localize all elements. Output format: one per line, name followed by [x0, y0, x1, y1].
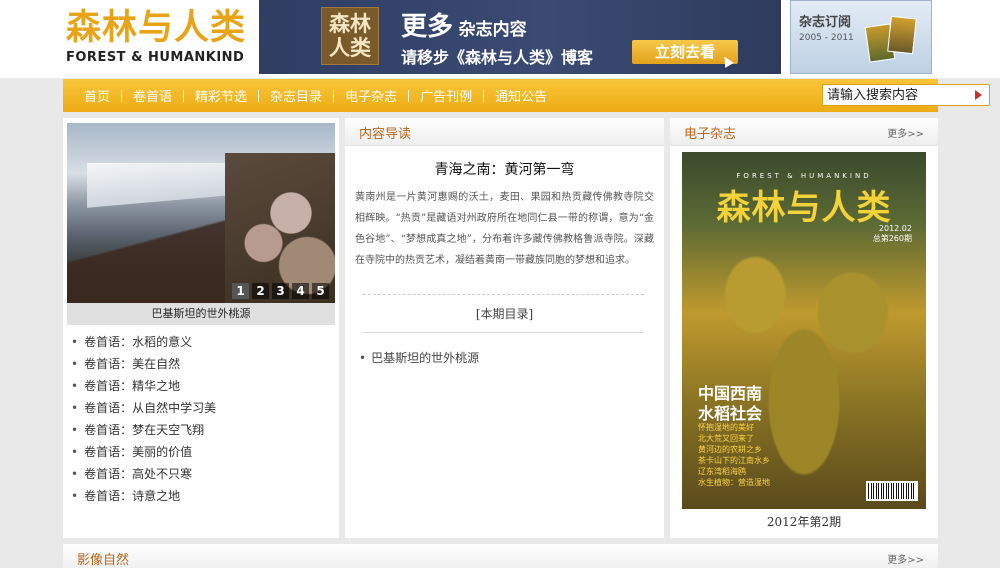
slide-page-button[interactable]: 3 — [272, 283, 289, 299]
slide-blossom-tree — [225, 153, 335, 303]
cover-logo: 森林与人类 — [716, 188, 892, 228]
toc-title[interactable]: [本期目录] — [345, 305, 664, 322]
panel-header: 影像自然 更多>> — [63, 544, 938, 568]
banner-mark-line2: 人类 — [329, 35, 371, 60]
panel-header: 电子杂志 更多>> — [670, 118, 938, 146]
cover-teaser-line: 水生植物：营造湿地 — [698, 478, 770, 487]
site-header: 森林与人类 FOREST & HUMANKIND 森林 人类 更多 杂志内容 请… — [0, 0, 1000, 78]
toc-item[interactable]: 巴基斯坦的世外桃源 — [359, 347, 479, 369]
more-link[interactable]: 更多>> — [887, 551, 924, 566]
banner-logo-mark: 森林 人类 — [321, 7, 379, 65]
cover-teaser-line: 茶卡山下的江南水乡 — [698, 456, 770, 465]
magazine-thumb-icon — [887, 15, 917, 55]
nav-item[interactable]: 广告刊例 — [409, 86, 483, 105]
article-title[interactable]: 青海之南：黄河第一弯 — [345, 159, 664, 179]
slide-page-button[interactable]: 2 — [252, 283, 269, 299]
content-guide-panel: 内容导读 青海之南：黄河第一弯 黄南州是一片黄河惠赐的沃土，麦田、果园和热贡藏传… — [345, 118, 664, 538]
divider — [363, 294, 644, 295]
foreword-list-item[interactable]: 卷首语：诗意之地 — [71, 485, 216, 507]
banner-title-small: 杂志内容 — [458, 20, 527, 40]
subscribe-years: 2005 - 2011 — [799, 33, 854, 43]
cover-caption[interactable]: 2012年第2期 — [670, 513, 938, 530]
cover-teaser-line: 辽东湾稻海鸥 — [698, 467, 746, 476]
cover-teaser-line: 怀抱湿地的美好 — [698, 423, 754, 432]
cover-headline: 水稻社会 — [698, 404, 763, 423]
slide-mountain-snow — [87, 163, 247, 223]
cover-issue-number: 总第260期 — [872, 234, 912, 243]
nav-item[interactable]: 杂志目录 — [259, 86, 333, 105]
left-panel: 12345 巴基斯坦的世外桃源 卷首语：水稻的意义卷首语：美在自然卷首语：精华之… — [63, 118, 339, 538]
banner-mark-line1: 森林 — [329, 11, 371, 36]
slide-page-button[interactable]: 5 — [312, 283, 329, 299]
cover-issue: 2012.02 总第260期 — [873, 224, 912, 244]
slide-caption[interactable]: 巴基斯坦的世外桃源 — [67, 303, 335, 325]
foreword-list-item[interactable]: 卷首语：水稻的意义 — [71, 331, 216, 353]
logo-english: FOREST & HUMANKIND — [66, 50, 245, 65]
nav-list: 首页 卷首语 精彩节选 杂志目录 电子杂志 广告刊例 通知公告 — [73, 79, 558, 112]
nav-item[interactable]: 电子杂志 — [334, 86, 408, 105]
nav-item[interactable]: 精彩节选 — [184, 86, 258, 105]
divider — [363, 332, 644, 333]
panel-title: 内容导读 — [359, 127, 412, 142]
foreword-list-item[interactable]: 卷首语：梦在天空飞翔 — [71, 419, 216, 441]
slide-pager: 12345 — [232, 283, 329, 299]
panel-title: 电子杂志 — [684, 127, 737, 142]
logo-chinese: 森林与人类 — [66, 7, 247, 48]
site-logo[interactable]: 森林与人类 FOREST & HUMANKIND — [66, 6, 256, 70]
more-link[interactable]: 更多>> — [887, 125, 924, 140]
subscribe-banner[interactable]: 杂志订阅 2005 - 2011 — [790, 0, 932, 74]
banner-subtitle: 请移步《森林与人类》博客 — [401, 48, 594, 67]
slide-page-button[interactable]: 4 — [292, 283, 309, 299]
nature-image-panel: 影像自然 更多>> — [63, 544, 938, 568]
barcode-icon — [866, 481, 918, 501]
slide-page-button[interactable]: 1 — [232, 283, 249, 299]
subscribe-title: 杂志订阅 — [799, 15, 852, 30]
banner-title-big: 更多 — [401, 12, 454, 42]
e-magazine-panel: 电子杂志 更多>> FOREST & HUMANKIND 森林与人类 2012.… — [670, 118, 938, 538]
panel-title: 影像自然 — [77, 553, 130, 568]
slideshow-image[interactable]: 12345 — [67, 123, 335, 303]
cover-english-title: FOREST & HUMANKIND — [736, 172, 872, 180]
foreword-list-item[interactable]: 卷首语：高处不只寒 — [71, 463, 216, 485]
magazine-cover[interactable]: FOREST & HUMANKIND 森林与人类 2012.02 总第260期 … — [682, 152, 926, 509]
main-nav: 首页 卷首语 精彩节选 杂志目录 电子杂志 广告刊例 通知公告 — [63, 79, 990, 112]
toc-list: 巴基斯坦的世外桃源 — [359, 347, 479, 369]
banner-title: 更多 杂志内容 — [401, 6, 527, 43]
foreword-list-item[interactable]: 卷首语：美在自然 — [71, 353, 216, 375]
search-box — [822, 84, 990, 106]
search-arrow-icon[interactable] — [975, 90, 983, 100]
nav-item[interactable]: 通知公告 — [484, 86, 558, 105]
nav-item[interactable]: 卷首语 — [122, 86, 183, 105]
blog-banner[interactable]: 森林 人类 更多 杂志内容 请移步《森林与人类》博客 立刻去看 — [259, 0, 781, 74]
foreword-list-item[interactable]: 卷首语：从自然中学习美 — [71, 397, 216, 419]
cover-issue-date: 2012.02 — [878, 224, 912, 233]
cover-teaser-line: 北大荒又回来了 — [698, 434, 754, 443]
panel-header: 内容导读 — [345, 118, 664, 146]
foreword-list-item[interactable]: 卷首语：美丽的价值 — [71, 441, 216, 463]
article-body: 黄南州是一片黄河惠赐的沃土，麦田、果园和热贡藏传佛教寺院交相辉映。“热贡”是藏语… — [355, 192, 654, 266]
cover-teaser-lines: 怀抱湿地的美好 北大荒又回来了 黄河边的农耕之乡 茶卡山下的江南水乡 辽东湾稻海鸥水生植… — [698, 422, 770, 488]
nav-item[interactable]: 首页 — [73, 86, 121, 105]
foreword-list: 卷首语：水稻的意义卷首语：美在自然卷首语：精华之地卷首语：从自然中学习美卷首语：… — [71, 331, 216, 507]
search-input[interactable] — [827, 86, 967, 104]
cover-teaser-line: 黄河边的农耕之乡 — [698, 445, 762, 454]
foreword-list-item[interactable]: 卷首语：精华之地 — [71, 375, 216, 397]
